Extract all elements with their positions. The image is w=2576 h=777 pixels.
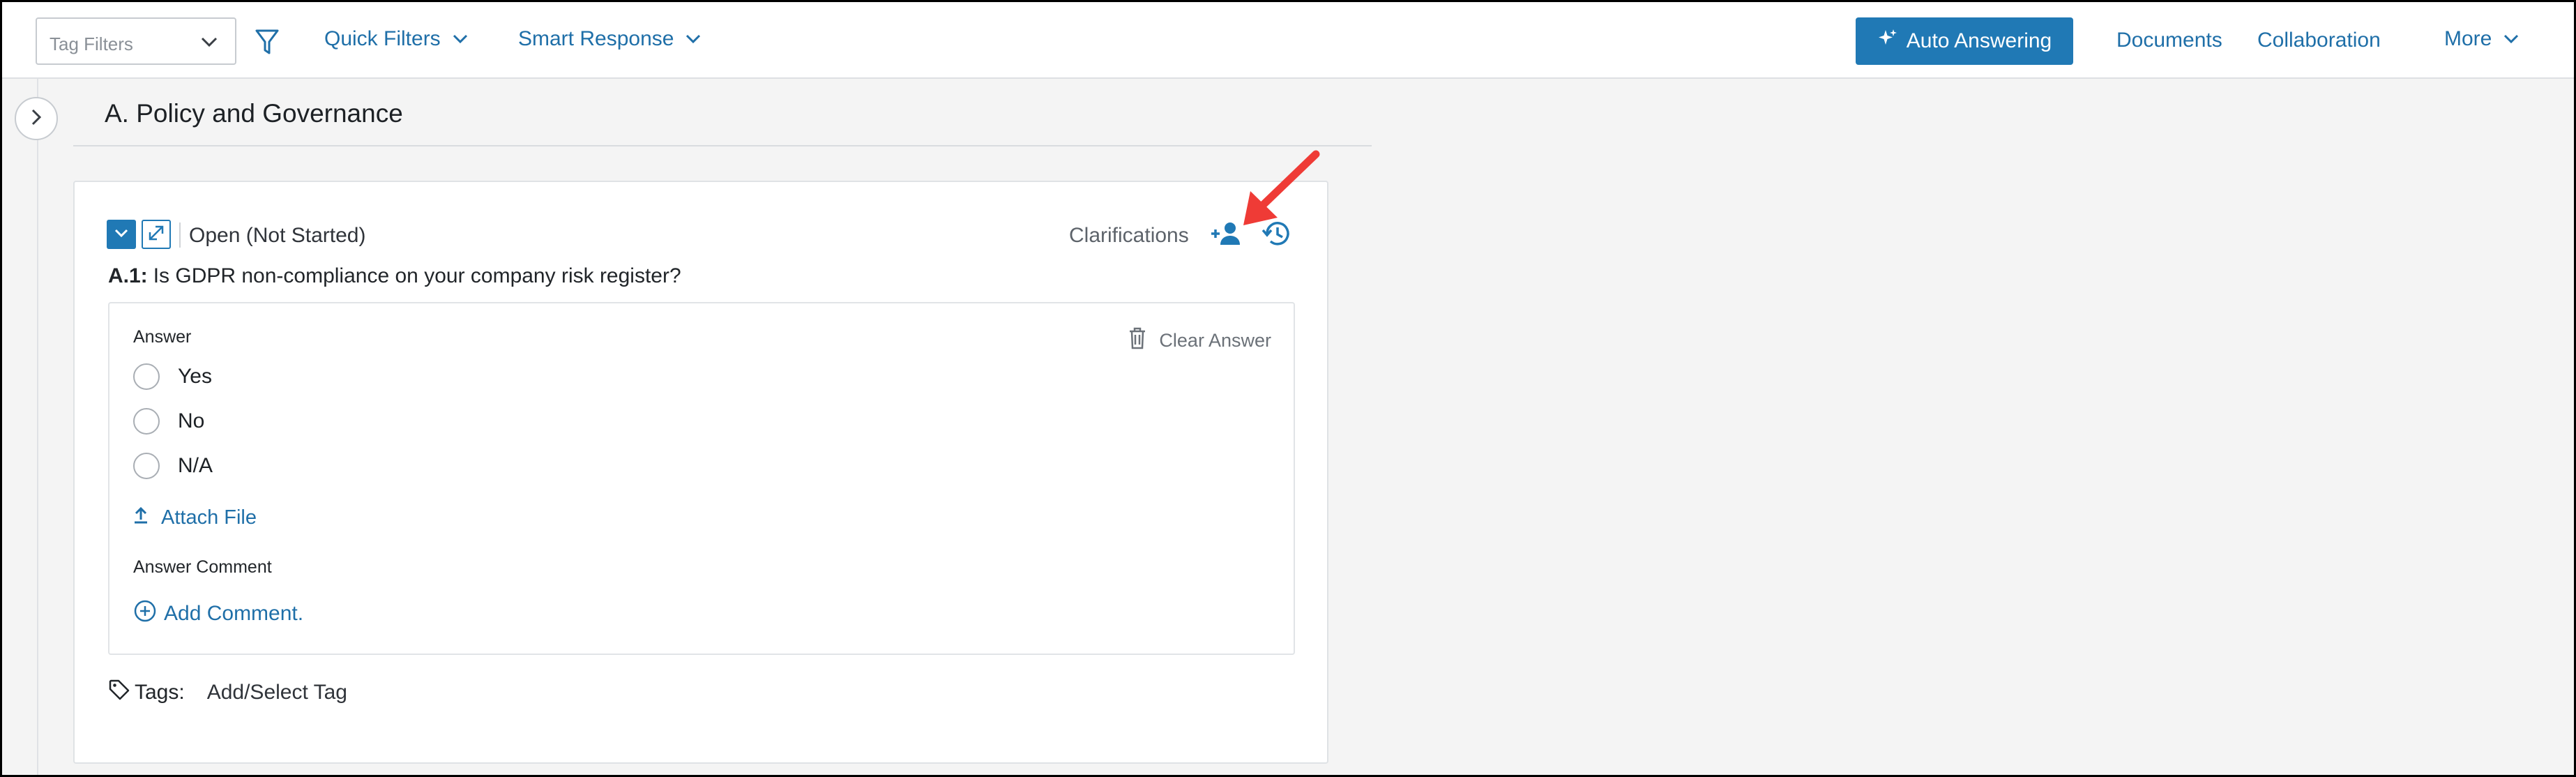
answer-label: Answer	[133, 327, 192, 347]
answer-comment-label: Answer Comment	[133, 557, 272, 577]
add-select-tag-input[interactable]: Add/Select Tag	[207, 681, 347, 704]
answer-panel: Answer Clear Answer Yes No N/A Attach Fi…	[108, 302, 1295, 655]
tags-label: Tags:	[135, 681, 185, 704]
expand-sidebar-button[interactable]	[15, 97, 58, 140]
radio-button[interactable]	[133, 408, 160, 435]
expand-question-button[interactable]	[142, 220, 171, 249]
divider	[179, 222, 181, 248]
option-label: No	[178, 409, 205, 432]
trash-icon	[1128, 327, 1146, 354]
quick-filters-label: Quick Filters	[324, 27, 441, 50]
add-comment-button[interactable]: Add Comment.	[133, 599, 303, 628]
option-na[interactable]: N/A	[133, 453, 213, 479]
clear-answer-button[interactable]: Clear Answer	[1128, 327, 1271, 354]
chevron-down-icon	[452, 33, 469, 45]
smart-response-label: Smart Response	[518, 27, 674, 50]
tag-icon	[108, 679, 130, 707]
collaboration-link[interactable]: Collaboration	[2257, 29, 2381, 52]
filter-funnel-icon[interactable]	[255, 29, 280, 60]
top-toolbar: Tag Filters Quick Filters Smart Response…	[2, 2, 2574, 79]
chevron-down-icon	[200, 36, 218, 52]
question-card: Open (Not Started) Clarifications A.1: Is…	[73, 181, 1328, 764]
option-no[interactable]: No	[133, 408, 204, 435]
option-label: N/A	[178, 454, 213, 477]
upload-icon	[133, 506, 149, 529]
auto-answering-button[interactable]: Auto Answering	[1856, 17, 2073, 65]
radio-button[interactable]	[133, 363, 160, 390]
section-divider	[73, 145, 1372, 146]
add-person-icon[interactable]	[1210, 220, 1242, 251]
status-label: Open (Not Started)	[189, 224, 366, 247]
chevron-down-icon	[114, 228, 129, 241]
plus-circle-icon	[133, 599, 157, 628]
attach-file-button[interactable]: Attach File	[133, 506, 257, 529]
more-label: More	[2444, 27, 2492, 50]
attach-file-label: Attach File	[161, 506, 257, 529]
question-body: Is GDPR non-compliance on your company r…	[153, 264, 681, 287]
option-label: Yes	[178, 365, 212, 388]
sidebar-divider	[37, 79, 38, 775]
sparkle-icon	[1877, 28, 1898, 54]
section-title: A. Policy and Governance	[105, 99, 403, 128]
chevron-right-icon	[30, 108, 43, 130]
add-comment-label: Add Comment.	[164, 602, 304, 625]
radio-button[interactable]	[133, 453, 160, 479]
clear-answer-label: Clear Answer	[1159, 330, 1271, 351]
option-yes[interactable]: Yes	[133, 363, 212, 390]
clarifications-link[interactable]: Clarifications	[1069, 224, 1189, 248]
documents-link[interactable]: Documents	[2116, 29, 2222, 52]
tag-filters-select[interactable]: Tag Filters	[36, 17, 236, 65]
history-icon[interactable]	[1262, 218, 1292, 252]
collapse-question-button[interactable]	[107, 220, 136, 249]
expand-icon	[146, 223, 166, 246]
more-menu[interactable]: More	[2444, 27, 2520, 51]
question-id: A.1:	[108, 264, 148, 287]
question-text: A.1: Is GDPR non-compliance on your compa…	[108, 264, 681, 288]
app-window: Tag Filters Quick Filters Smart Response…	[2, 2, 2574, 775]
tags-row: Tags: Add/Select Tag	[108, 679, 347, 707]
quick-filters-menu[interactable]: Quick Filters	[324, 27, 469, 51]
chevron-down-icon	[685, 33, 702, 45]
chevron-down-icon	[2503, 33, 2520, 45]
tag-filters-placeholder: Tag Filters	[50, 33, 133, 54]
auto-answering-label: Auto Answering	[1906, 29, 2052, 52]
smart-response-menu[interactable]: Smart Response	[518, 27, 702, 51]
